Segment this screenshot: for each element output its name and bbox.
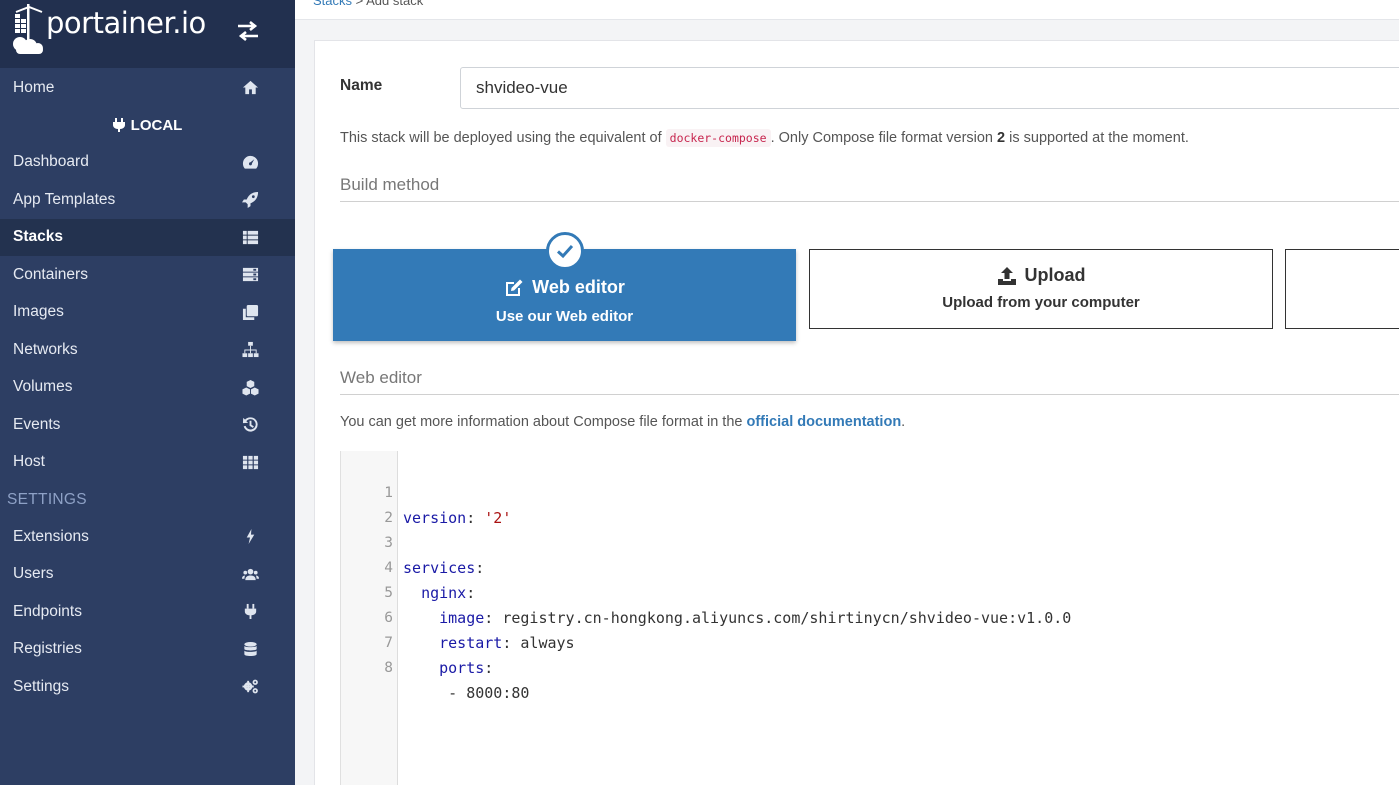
sidebar-item-home[interactable]: Home [0, 69, 295, 107]
th-icon [241, 453, 259, 471]
web-editor-method-card[interactable]: Web editor Use our Web editor [333, 232, 796, 341]
breadcrumb-current: Add stack [366, 0, 424, 8]
sidebar-item-containers[interactable]: Containers [0, 256, 295, 294]
dashboard-icon [241, 153, 259, 171]
sidebar-item-app-templates[interactable]: App Templates [0, 181, 295, 219]
sidebar-item-users[interactable]: Users [0, 556, 295, 594]
portainer-logo[interactable] [12, 4, 46, 56]
history-icon [241, 416, 259, 434]
sidebar-item-endpoints[interactable]: Endpoints [0, 593, 295, 631]
upload-icon [997, 266, 1016, 285]
sidebar-item-stacks[interactable]: Stacks [0, 218, 295, 256]
code-line: 5 image: registry.cn-hongkong.aliyuncs.c… [384, 585, 1072, 627]
brand-name[interactable]: portainer.io [46, 6, 206, 40]
code-line: 1 version: '2' [384, 485, 512, 527]
code-line: 3 services: [384, 535, 485, 577]
docker-compose-code: docker-compose [665, 129, 771, 147]
sidebar-item-settings[interactable]: Settings [0, 668, 295, 706]
sitemap-icon [241, 341, 259, 359]
sidebar-item-volumes[interactable]: Volumes [0, 369, 295, 407]
sidebar-item-images[interactable]: Images [0, 294, 295, 332]
cogs-icon [241, 678, 259, 696]
breadcrumb: Stacks > Add stack [295, 0, 1399, 20]
sidebar-item-events[interactable]: Events [0, 406, 295, 444]
bolt-icon [241, 528, 259, 546]
add-stack-panel: Name This stack will be deployed using t… [314, 40, 1399, 785]
sidebar-item-extensions[interactable]: Extensions [0, 518, 295, 556]
selected-check-icon [546, 232, 584, 270]
users-icon [241, 565, 259, 583]
sidebar-item-registries[interactable]: Registries [0, 631, 295, 669]
cubes-icon [241, 378, 259, 396]
sidebar: portainer.io Home LOCAL Dashboard App Te… [0, 0, 295, 785]
database-icon [241, 640, 259, 658]
rocket-icon [241, 191, 259, 209]
environment-label: LOCAL [0, 107, 295, 144]
breadcrumb-separator: > [355, 0, 364, 8]
sidebar-item-dashboard[interactable]: Dashboard [0, 144, 295, 182]
edit-icon [506, 279, 523, 296]
compose-info-text: This stack will be deployed using the eq… [340, 129, 1189, 147]
code-line: 8 - 8000:80 [384, 660, 530, 702]
official-documentation-link[interactable]: official documentation [747, 414, 902, 430]
sidebar-item-networks[interactable]: Networks [0, 331, 295, 369]
brand-header: portainer.io [0, 0, 295, 68]
plug-icon [112, 118, 125, 132]
server-icon [241, 266, 259, 284]
sidebar-item-host[interactable]: Host [0, 444, 295, 482]
plug-icon [241, 603, 259, 621]
code-line: 2 [384, 510, 393, 526]
stack-name-input[interactable] [460, 67, 1399, 109]
home-icon [241, 79, 259, 97]
build-method-header: Build method [340, 175, 1399, 202]
settings-section-title: SETTINGS [7, 490, 87, 508]
breadcrumb-stacks-link[interactable]: Stacks [313, 0, 352, 8]
th-list-icon [241, 228, 259, 246]
exchange-icon[interactable] [236, 20, 260, 42]
compose-code-editor[interactable]: 1 version: '2' 2 3 services: 4 nginx: 5 … [340, 451, 1399, 785]
repository-method-card[interactable] [1285, 249, 1399, 329]
code-line: 4 nginx: [384, 560, 476, 602]
name-label: Name [340, 77, 383, 94]
code-line: 6 restart: always [384, 610, 575, 652]
web-editor-header: Web editor [340, 368, 1399, 395]
upload-method-card[interactable]: Upload Upload from your computer [809, 249, 1273, 329]
clone-icon [241, 303, 259, 321]
code-line: 7 ports: [384, 635, 494, 677]
compose-doc-text: You can get more information about Compo… [340, 414, 906, 430]
